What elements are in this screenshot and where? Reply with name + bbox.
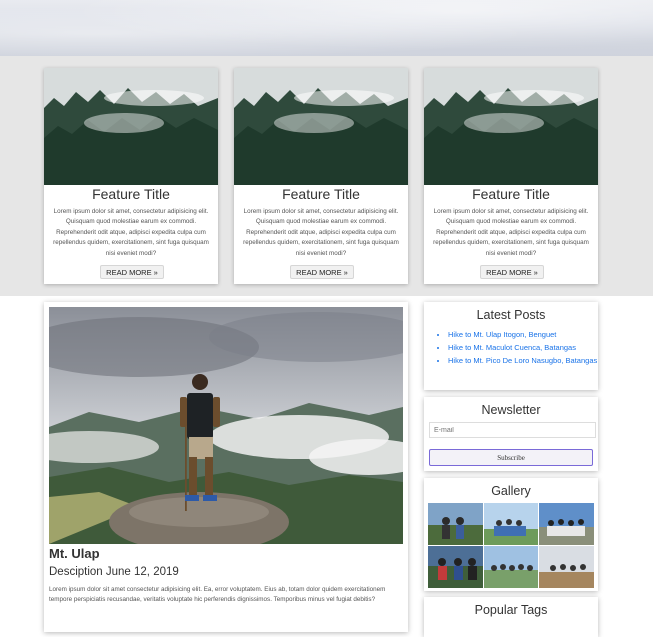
read-more-button[interactable]: READ MORE »	[100, 265, 164, 279]
gallery-thumbnail[interactable]	[539, 546, 594, 588]
latest-posts-title: Latest Posts	[476, 308, 546, 322]
gallery-thumbnail[interactable]	[483, 546, 539, 588]
list-item: Hike to Mt. Maculot Cuenca, Batangas	[448, 341, 598, 354]
feature-text: Lorem ipsum dolor sit amet, consectetur …	[433, 208, 589, 257]
latest-posts-widget: Latest Posts Hike to Mt. Ulap Itogon, Be…	[424, 302, 598, 390]
features-section: Feature Title Lorem ipsum dolor sit amet…	[0, 56, 653, 296]
gallery-thumbnail[interactable]	[539, 503, 594, 545]
read-more-button[interactable]: READ MORE »	[480, 265, 544, 279]
read-more-button[interactable]: READ MORE »	[290, 265, 354, 279]
latest-posts-list: Hike to Mt. Ulap Itogon, Benguet Hike to…	[424, 328, 598, 367]
feature-image	[424, 68, 598, 185]
gallery-thumbnail[interactable]	[428, 503, 483, 545]
popular-tags-title: Popular Tags	[474, 603, 548, 617]
popular-tags-widget: Popular Tags	[424, 597, 598, 637]
post-text: Lorem ipsum dolor sit amet consectetur a…	[49, 586, 386, 604]
feature-title: Feature Title	[472, 186, 550, 202]
feature-image	[44, 68, 218, 185]
feature-image	[234, 68, 408, 185]
feature-card: Feature Title Lorem ipsum dolor sit amet…	[234, 68, 408, 284]
latest-post-link[interactable]: Hike to Mt. Ulap Itogon, Benguet	[448, 330, 556, 339]
post-title: Mt. Ulap	[49, 546, 100, 561]
main-post: Mt. Ulap Desciption June 12, 2019 Lorem …	[44, 302, 408, 632]
post-description: Desciption June 12, 2019	[49, 566, 179, 578]
feature-card: Feature Title Lorem ipsum dolor sit amet…	[44, 68, 218, 284]
feature-card: Feature Title Lorem ipsum dolor sit amet…	[424, 68, 598, 284]
feature-text: Lorem ipsum dolor sit amet, consectetur …	[243, 208, 399, 257]
list-item: Hike to Mt. Ulap Itogon, Benguet	[448, 328, 598, 341]
gallery-widget: Gallery	[424, 478, 598, 591]
list-item: Hike to Mt. Pico De Loro Nasugbo, Batang…	[448, 354, 598, 367]
gallery-thumbnail[interactable]	[428, 546, 483, 588]
latest-post-link[interactable]: Hike to Mt. Maculot Cuenca, Batangas	[448, 343, 576, 352]
gallery-grid	[428, 503, 594, 588]
gallery-thumbnail[interactable]	[483, 503, 539, 545]
feature-title: Feature Title	[282, 186, 360, 202]
newsletter-title: Newsletter	[481, 403, 541, 417]
latest-post-link[interactable]: Hike to Mt. Pico De Loro Nasugbo, Batang…	[448, 356, 597, 365]
feature-text: Lorem ipsum dolor sit amet, consectetur …	[53, 208, 209, 257]
gallery-title: Gallery	[491, 484, 531, 498]
post-photo	[49, 307, 403, 544]
feature-title: Feature Title	[92, 186, 170, 202]
subscribe-button[interactable]: Subscribe	[429, 449, 593, 466]
newsletter-widget: Newsletter Subscribe	[424, 397, 598, 471]
hero-banner	[0, 0, 653, 56]
email-field[interactable]	[429, 422, 596, 438]
